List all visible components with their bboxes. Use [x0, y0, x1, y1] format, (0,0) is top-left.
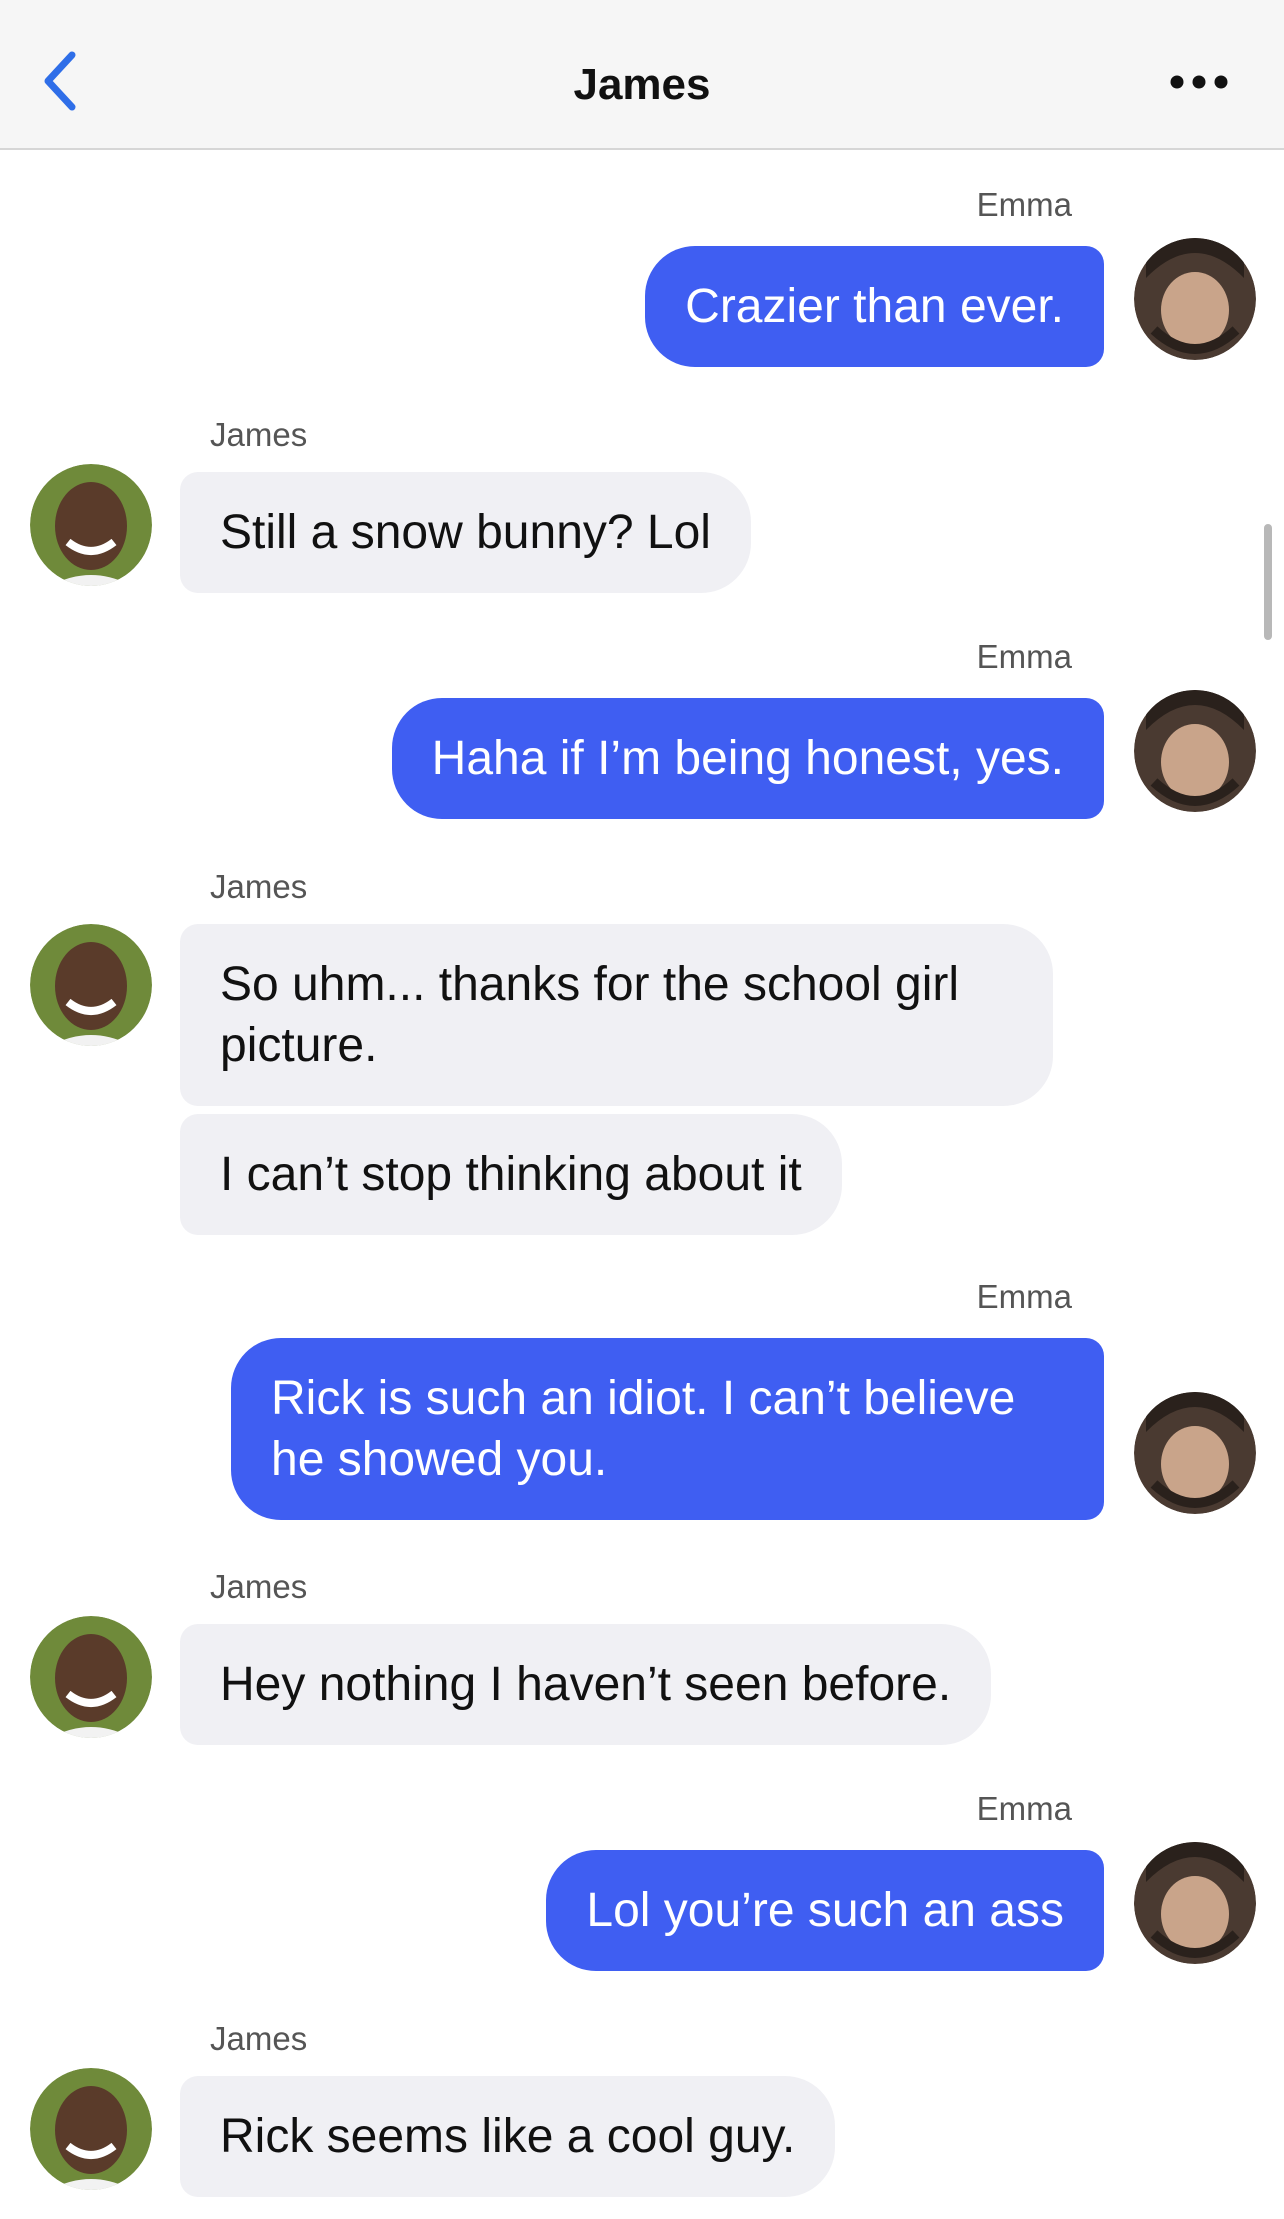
chevron-left-icon [44, 51, 76, 111]
james-avatar-icon [30, 2068, 152, 2190]
chat-title: James [573, 60, 711, 109]
avatar-james[interactable] [30, 2068, 152, 2190]
back-button[interactable] [30, 46, 90, 116]
sender-name: James [210, 1568, 308, 1605]
more-options-button[interactable] [1154, 62, 1244, 102]
message-list[interactable]: Emma Crazier than ever. James Still a sn… [0, 150, 1284, 2219]
avatar-emma[interactable] [1134, 690, 1256, 812]
message-bubble-outgoing[interactable]: Haha if I’m being honest, yes. [391, 698, 1104, 819]
message-bubble-incoming[interactable]: I can’t stop thinking about it [180, 1114, 842, 1235]
james-avatar-icon [30, 924, 152, 1046]
avatar-emma[interactable] [1134, 238, 1256, 360]
james-avatar-icon [30, 1616, 152, 1738]
sender-name: Emma [976, 186, 1072, 223]
emma-avatar-icon [1134, 238, 1256, 360]
sender-name: James [210, 2020, 308, 2057]
sender-name: James [210, 868, 308, 905]
message-bubble-incoming[interactable]: Still a snow bunny? Lol [180, 472, 751, 593]
sender-name: James [210, 416, 308, 453]
emma-avatar-icon [1134, 1392, 1256, 1514]
avatar-james[interactable] [30, 1616, 152, 1738]
sender-name: Emma [976, 1278, 1072, 1315]
message-bubble-outgoing[interactable]: Lol you’re such an ass [546, 1850, 1104, 1971]
sender-name: Emma [976, 1790, 1072, 1827]
avatar-james[interactable] [30, 924, 152, 1046]
avatar-emma[interactable] [1134, 1842, 1256, 1964]
sender-name: Emma [976, 638, 1072, 675]
chat-header: James [0, 0, 1284, 150]
ellipsis-icon [1170, 75, 1228, 89]
emma-avatar-icon [1134, 690, 1256, 812]
message-bubble-incoming[interactable]: Hey nothing I haven’t seen before. [180, 1624, 992, 1745]
message-bubble-incoming[interactable]: Rick seems like a cool guy. [180, 2076, 836, 2197]
message-bubble-outgoing[interactable]: Crazier than ever. [645, 246, 1104, 367]
message-bubble-outgoing[interactable]: Rick is such an idiot. I can’t believe h… [231, 1338, 1104, 1520]
avatar-james[interactable] [30, 464, 152, 586]
scrollbar[interactable] [1264, 524, 1272, 640]
emma-avatar-icon [1134, 1842, 1256, 1964]
james-avatar-icon [30, 464, 152, 586]
message-bubble-incoming[interactable]: So uhm... thanks for the school girl pic… [180, 924, 1053, 1106]
avatar-emma[interactable] [1134, 1392, 1256, 1514]
